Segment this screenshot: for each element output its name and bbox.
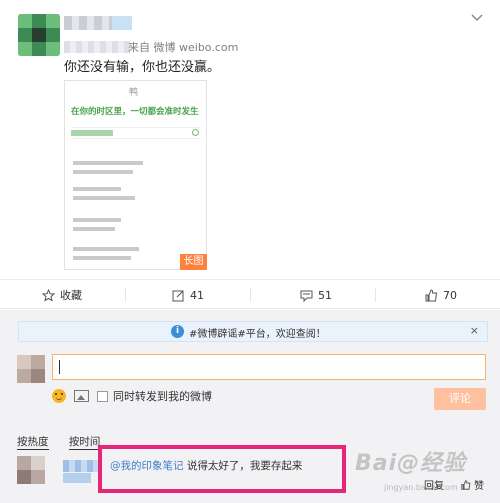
comment-input[interactable] [52,354,486,380]
image-slogan: 在你的时区里，一切都会准时发生 [71,107,199,117]
action-bar: 收藏 41 51 70 [0,279,500,309]
verified-badge-icon [112,16,132,30]
image-icon[interactable] [74,390,89,402]
watermark-url: jingyan.baidu.com [384,483,458,492]
app-logo-icon: 鸭 [129,88,139,98]
commenter-name-blurred[interactable] [63,473,91,483]
repost-label[interactable]: 同时转发到我的微博 [113,388,212,404]
tab-sort-hot[interactable]: 按热度 [17,436,49,450]
notice-banner[interactable]: i #微博辟谣#平台，欢迎查阅！ × [18,321,488,342]
my-avatar [17,355,45,383]
commenter-avatar[interactable] [17,456,45,484]
info-icon: i [171,325,184,338]
forward-icon [172,290,184,301]
repost-checkbox[interactable] [97,390,108,402]
comment-like-label: 赞 [474,481,484,492]
comment-count: 51 [318,288,332,302]
long-image-badge: 长图 [180,254,207,270]
post-time-blurred[interactable] [64,41,130,53]
long-image-thumbnail[interactable]: 鸭 在你的时区里，一切都会准时发生 [64,80,207,270]
post-text: 你还没有输，你也还没赢。 [64,60,221,75]
comment-like-button[interactable]: 赞 [461,477,484,492]
reply-button[interactable]: 回复 [424,477,444,492]
post-header: 来自 微博 weibo.com [0,0,500,64]
commenter-name-blurred[interactable] [63,460,99,472]
comment-icon [300,290,313,302]
comment-area: i #微博辟谣#平台，欢迎查阅！ × 同时转发到我的微博 评论 按热度 按时间 … [0,310,500,503]
image-subheading [71,127,201,139]
favorite-button[interactable]: 收藏 [42,280,82,310]
thumbs-up-icon [461,479,471,490]
close-icon[interactable]: × [470,324,479,337]
favorite-label: 收藏 [60,289,82,302]
post-source: 来自 微博 weibo.com [128,41,239,54]
like-count: 70 [443,288,457,302]
user-avatar[interactable] [18,14,60,56]
notice-text[interactable]: #微博辟谣#平台，欢迎查阅！ [189,325,326,340]
forward-button[interactable]: 41 [172,280,204,310]
star-icon [42,288,55,302]
forward-count: 41 [190,288,204,302]
watermark-logo: Bai@经验 [355,451,467,476]
chevron-down-icon[interactable] [470,12,484,24]
comment-tools: 同时转发到我的微博 [52,388,212,404]
highlight-box [98,445,346,493]
comment-button[interactable]: 51 [300,280,332,310]
like-button[interactable]: 70 [425,280,457,310]
thumbs-up-icon [425,288,438,301]
emoji-icon[interactable] [52,389,66,403]
comment-submit-button[interactable]: 评论 [434,388,486,410]
tab-sort-time[interactable]: 按时间 [68,436,101,450]
